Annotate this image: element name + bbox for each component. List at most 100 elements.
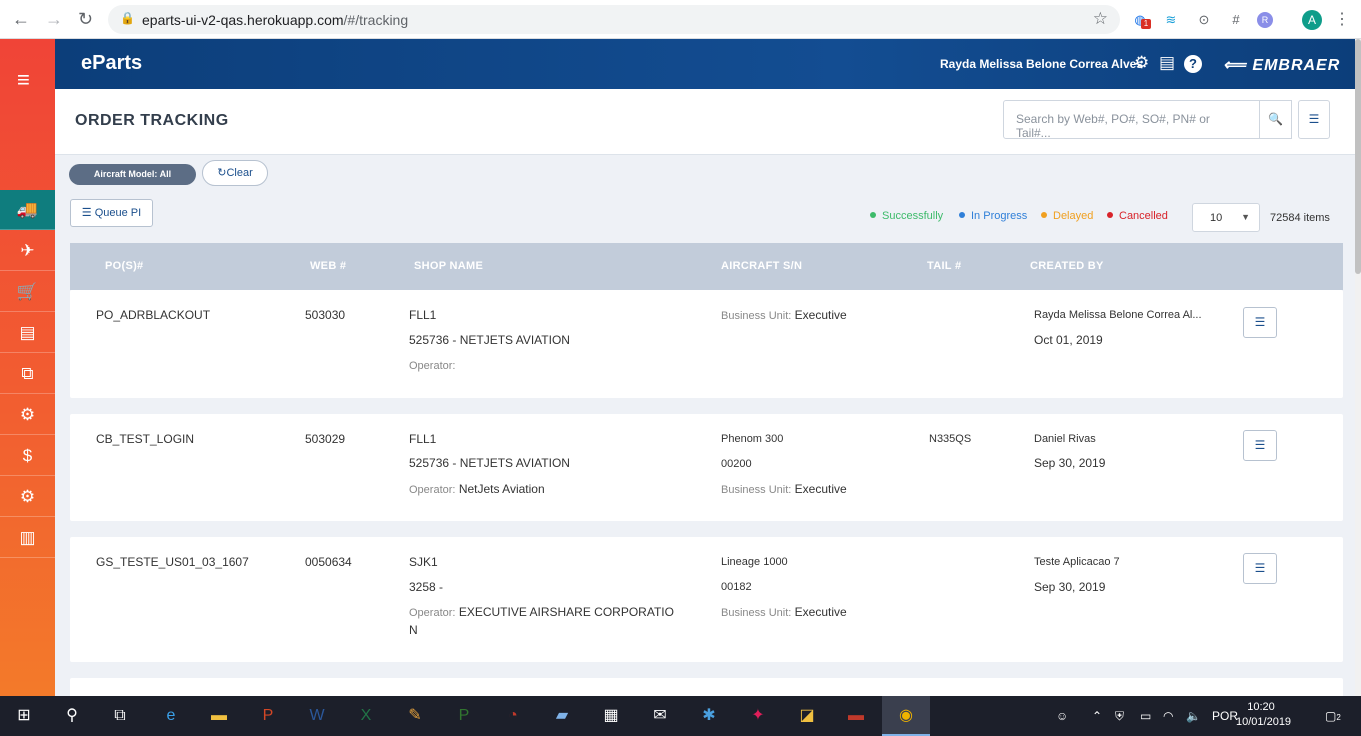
address-bar[interactable]: 🔒 eparts-ui-v2-qas.herokuapp.com/#/track… [108, 5, 1120, 34]
queue-pi-button[interactable]: ☰ Queue PI [70, 199, 153, 227]
legend-item[interactable]: In Progress [959, 210, 1027, 222]
legend-item[interactable]: Successfully [870, 210, 943, 222]
help-icon[interactable]: ? [1184, 55, 1202, 73]
paint-icon[interactable]: ✎ [392, 696, 438, 736]
chrome-icon[interactable]: ◉ [882, 696, 930, 736]
gears-icon[interactable]: ⚙ [0, 477, 55, 517]
extension-globe-icon[interactable]: ◍ 1 [1130, 10, 1151, 30]
document-icon[interactable]: ▤ [0, 313, 55, 353]
back-icon[interactable]: ← [12, 10, 30, 28]
truck-icon[interactable]: 🚚 [0, 190, 55, 230]
legend-label: Cancelled [1119, 210, 1168, 222]
system-clock[interactable]: 10:20 10/01/2019 [1236, 700, 1291, 730]
bar-chart-icon[interactable]: ▥ [0, 518, 55, 558]
extension-badge: 1 [1141, 19, 1151, 29]
forward-icon[interactable]: → [45, 10, 63, 28]
row-details-button[interactable]: ☰ [1243, 307, 1277, 338]
column-header-web[interactable]: WEB # [310, 260, 346, 272]
project-icon[interactable]: P [441, 696, 487, 736]
row-details-button[interactable]: ☰ [1243, 430, 1277, 461]
notifications-icon[interactable]: ▢2 [1325, 709, 1341, 723]
legend-label: Successfully [882, 210, 944, 222]
menu-dots-icon[interactable]: ⋮ [1332, 10, 1352, 30]
cart-icon[interactable]: 🛒 [0, 272, 55, 312]
aircraft-model-filter-chip[interactable]: Aircraft Model: All [69, 164, 196, 185]
volume-icon[interactable]: 🔈 [1186, 709, 1201, 723]
reload-icon[interactable]: ↻ [78, 10, 93, 28]
shop-code: FLL1 [409, 308, 437, 322]
status-dot [870, 212, 876, 218]
tray-chevron-icon[interactable]: ⌃ [1092, 709, 1102, 723]
windows-start-icon[interactable]: ⊞ [0, 696, 48, 736]
notepad-icon[interactable]: ▰ [539, 696, 585, 736]
web-number: 503030 [305, 308, 346, 322]
hamburger-menu-icon[interactable]: ≡ [17, 69, 38, 91]
column-header-aircraft[interactable]: AIRCRAFT S/N [721, 260, 802, 272]
file-explorer-icon[interactable]: ▬ [196, 696, 242, 736]
sticky-app-icon[interactable]: ◪ [784, 696, 830, 736]
clear-filters-button[interactable]: ↻Clear [202, 160, 268, 186]
filter-settings-button[interactable]: ☰ [1298, 100, 1330, 139]
airplane-icon[interactable]: ✈ [0, 231, 55, 271]
table-row[interactable] [70, 678, 1343, 696]
chart-app-icon[interactable]: ◔ [490, 696, 536, 736]
sidebar: ≡ 🚚 ✈ 🛒 ▤ ⧉ ⚙ $ ⚙ ▥ [0, 39, 55, 696]
app-header: eParts Rayda Melissa Belone Correa Alves… [55, 39, 1361, 89]
scrollbar-track[interactable] [1355, 39, 1361, 696]
legend-item[interactable]: Cancelled [1107, 210, 1168, 222]
extension-r-icon[interactable]: R [1257, 12, 1273, 28]
search-icon[interactable]: ⚲ [48, 696, 96, 736]
column-header-tail[interactable]: TAIL # [927, 260, 961, 272]
task-view-icon[interactable]: ⧉ [96, 696, 144, 736]
app-logo[interactable]: eParts [81, 52, 142, 75]
avaya-icon[interactable]: ▬ [833, 696, 879, 736]
search-input[interactable]: Search by Web#, PO#, SO#, PN# or Tail#..… [1003, 100, 1260, 140]
operator: Operator: EXECUTIVE AIRSHARE CORPORATIO [409, 605, 674, 619]
table-row[interactable]: CB_TEST_LOGIN 503029 FLL1 525736 - NETJE… [70, 414, 1343, 521]
created-date: Oct 01, 2019 [1034, 333, 1103, 347]
mail-icon[interactable]: ✉ [637, 696, 683, 736]
page-title: ORDER TRACKING [75, 112, 229, 129]
internet-explorer-icon[interactable]: e [148, 696, 194, 736]
powerpoint-icon[interactable]: P [245, 696, 291, 736]
truck-settings-icon[interactable]: ⚙ [0, 395, 55, 435]
network-icon[interactable]: ✱ [686, 696, 732, 736]
bookmark-star-icon[interactable]: ☆ [1093, 9, 1108, 29]
slack-icon[interactable]: ✦ [735, 696, 781, 736]
extension-wind-icon[interactable]: ≋ [1161, 10, 1181, 30]
search-button[interactable]: 🔍 [1259, 100, 1292, 139]
legend-item[interactable]: Delayed [1041, 210, 1093, 222]
calculator-icon[interactable]: ▦ [588, 696, 634, 736]
wifi-icon[interactable]: ◠ [1163, 709, 1173, 723]
row-details-button[interactable]: ☰ [1243, 553, 1277, 584]
table-row[interactable]: GS_TESTE_US01_03_1607 0050634 SJK1 3258 … [70, 537, 1343, 662]
embraer-logo: ⟸ EMBRAER [1223, 55, 1340, 75]
word-icon[interactable]: W [294, 696, 340, 736]
business-unit: Business Unit: Executive [721, 308, 847, 322]
dollar-icon[interactable]: $ [0, 436, 55, 476]
aircraft-model: Lineage 1000 [721, 556, 788, 568]
page-size-select[interactable]: 10 ▼ [1192, 203, 1260, 232]
table-row[interactable]: PO_ADRBLACKOUT 503030 FLL1 525736 - NETJ… [70, 290, 1343, 398]
people-icon[interactable]: ☺ [1056, 709, 1068, 723]
aircraft-model: Phenom 300 [721, 433, 784, 445]
shop-detail: 525736 - NETJETS AVIATION [409, 456, 570, 470]
aircraft-serial: 00182 [721, 581, 752, 593]
document-icon[interactable]: ▤ [1159, 53, 1175, 73]
profile-avatar[interactable]: A [1302, 10, 1322, 30]
settings-gear-icon[interactable]: ⚙ [1134, 53, 1149, 73]
browser-toolbar: ← → ↻ 🔒 eparts-ui-v2-qas.herokuapp.com/#… [0, 0, 1361, 39]
user-name[interactable]: Rayda Melissa Belone Correa Alves [940, 57, 1143, 71]
scrollbar-thumb[interactable] [1355, 39, 1361, 274]
column-header-po[interactable]: PO(S)# [105, 260, 143, 272]
column-header-shop[interactable]: SHOP NAME [414, 260, 483, 272]
language-indicator[interactable]: POR [1212, 709, 1238, 723]
excel-icon[interactable]: X [343, 696, 389, 736]
operator: Operator: NetJets Aviation [409, 482, 545, 496]
extension-code-icon[interactable]: ⊙ [1194, 10, 1214, 30]
package-icon[interactable]: ⧉ [0, 354, 55, 394]
network-tray-icon[interactable]: ⛨ [1115, 709, 1124, 724]
battery-icon[interactable]: ▭ [1140, 709, 1151, 723]
extension-slack-icon[interactable]: # [1226, 10, 1246, 30]
column-header-created-by[interactable]: CREATED BY [1030, 260, 1104, 272]
